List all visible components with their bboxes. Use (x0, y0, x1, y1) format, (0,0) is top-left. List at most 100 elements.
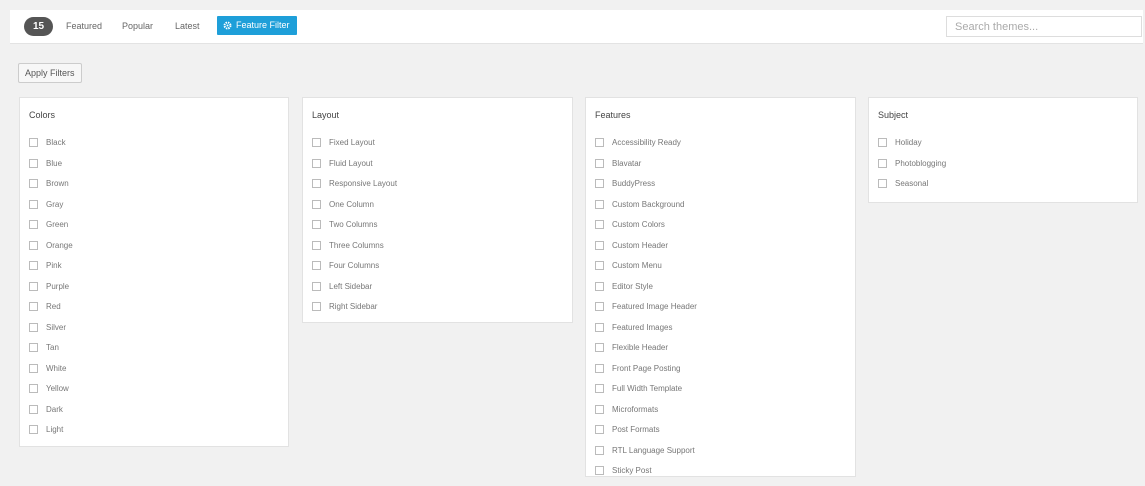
filter-checkbox[interactable] (878, 138, 887, 147)
filter-checkbox[interactable] (595, 240, 604, 250)
filter-checkbox[interactable] (29, 179, 38, 188)
filter-checkbox[interactable] (312, 261, 321, 270)
filter-checkbox[interactable] (29, 425, 38, 434)
filter-checkbox[interactable] (29, 138, 38, 147)
filter-option[interactable]: Left Sidebar (312, 281, 397, 302)
filter-checkbox[interactable] (29, 322, 38, 332)
filter-checkbox[interactable] (29, 220, 38, 229)
filter-checkbox[interactable] (29, 343, 38, 352)
filter-checkbox[interactable] (595, 138, 604, 147)
filter-option[interactable]: Yellow (29, 383, 73, 404)
filter-option[interactable]: One Column (312, 199, 397, 220)
colors-option-list: Black Blue Brown Gray Green Orange Pink Purple R… (29, 137, 73, 445)
filter-checkbox[interactable] (595, 404, 604, 414)
filter-option[interactable]: Fixed Layout (312, 137, 397, 158)
filter-checkbox[interactable] (595, 281, 604, 291)
filter-checkbox[interactable] (595, 158, 604, 168)
features-option-list: Accessibility Ready Blavatar BuddyPress Cus… (595, 137, 697, 486)
filter-option[interactable]: Holiday (878, 137, 946, 158)
filter-option[interactable]: Responsive Layout (312, 178, 397, 199)
feature-filter-button[interactable]: Feature Filter (217, 16, 297, 35)
filter-checkbox[interactable] (29, 261, 38, 270)
filter-checkbox[interactable] (29, 199, 38, 209)
filter-checkbox[interactable] (595, 466, 604, 475)
filter-checkbox[interactable] (595, 445, 604, 455)
filter-option[interactable]: Fluid Layout (312, 158, 397, 179)
filter-option[interactable]: Featured Image Header (595, 301, 697, 322)
filter-checkbox[interactable] (312, 199, 321, 209)
filter-checkbox[interactable] (878, 179, 887, 188)
filter-option[interactable]: White (29, 363, 73, 384)
filter-checkbox[interactable] (29, 302, 38, 311)
filter-checkbox[interactable] (29, 363, 38, 373)
filter-checkbox[interactable] (312, 302, 321, 311)
filter-option[interactable]: BuddyPress (595, 178, 697, 199)
filter-option[interactable]: Editor Style (595, 281, 697, 302)
filter-checkbox[interactable] (595, 343, 604, 352)
filter-checkbox[interactable] (29, 240, 38, 250)
filter-option[interactable]: Silver (29, 322, 73, 343)
filter-option[interactable]: Gray (29, 199, 73, 220)
filter-option[interactable]: Featured Images (595, 322, 697, 343)
filter-option[interactable]: Two Columns (312, 219, 397, 240)
filter-option[interactable]: Orange (29, 240, 73, 261)
filter-checkbox[interactable] (312, 138, 321, 147)
filter-checkbox[interactable] (595, 261, 604, 270)
filter-option[interactable]: Custom Menu (595, 260, 697, 281)
filter-option[interactable]: Three Columns (312, 240, 397, 261)
filter-option[interactable]: Green (29, 219, 73, 240)
filter-option[interactable]: Photoblogging (878, 158, 946, 179)
filter-option-label: Accessibility Ready (612, 138, 681, 147)
filter-option[interactable]: Tan (29, 342, 73, 363)
filter-checkbox[interactable] (595, 363, 604, 373)
filter-option[interactable]: Red (29, 301, 73, 322)
filter-option[interactable]: Accessibility Ready (595, 137, 697, 158)
filter-option[interactable]: Blue (29, 158, 73, 179)
filter-option[interactable]: Front Page Posting (595, 363, 697, 384)
filter-option[interactable]: Blavatar (595, 158, 697, 179)
filter-option[interactable]: Full Width Template (595, 383, 697, 404)
filter-checkbox[interactable] (312, 158, 321, 168)
filter-option[interactable]: Flexible Header (595, 342, 697, 363)
filter-option[interactable]: Brown (29, 178, 73, 199)
filter-checkbox[interactable] (595, 302, 604, 311)
filter-option[interactable]: Pink (29, 260, 73, 281)
filter-option[interactable]: RTL Language Support (595, 445, 697, 466)
filter-option[interactable]: Custom Colors (595, 219, 697, 240)
filter-option[interactable]: Custom Background (595, 199, 697, 220)
filter-option[interactable]: Black (29, 137, 73, 158)
filter-checkbox[interactable] (595, 199, 604, 209)
filter-checkbox[interactable] (595, 425, 604, 434)
filter-checkbox[interactable] (29, 281, 38, 291)
filter-checkbox[interactable] (595, 384, 604, 393)
filter-checkbox[interactable] (878, 158, 887, 168)
filter-checkbox[interactable] (312, 220, 321, 229)
filter-option[interactable]: Custom Header (595, 240, 697, 261)
tab-latest[interactable]: Latest (175, 19, 200, 33)
filter-checkbox[interactable] (595, 179, 604, 188)
theme-filter-bar: 15 Featured Popular Latest Feature Filte… (10, 10, 1143, 44)
filter-option[interactable]: Post Formats (595, 424, 697, 445)
apply-filters-button[interactable]: Apply Filters (18, 63, 82, 83)
filter-checkbox[interactable] (312, 179, 321, 188)
filter-option[interactable]: Right Sidebar (312, 301, 397, 322)
filter-option[interactable]: Dark (29, 404, 73, 425)
tab-popular[interactable]: Popular (122, 19, 153, 33)
filter-option[interactable]: Purple (29, 281, 73, 302)
filter-checkbox[interactable] (29, 384, 38, 393)
filter-checkbox[interactable] (595, 220, 604, 229)
filter-checkbox[interactable] (29, 404, 38, 414)
filter-option-label: RTL Language Support (612, 445, 695, 455)
tab-featured[interactable]: Featured (66, 19, 102, 33)
filter-checkbox[interactable] (312, 281, 321, 291)
filter-checkbox[interactable] (312, 240, 321, 250)
filter-option[interactable]: Microformats (595, 404, 697, 425)
filter-option-label: Post Formats (612, 425, 660, 434)
filter-checkbox[interactable] (29, 158, 38, 168)
filter-option[interactable]: Four Columns (312, 260, 397, 281)
filter-option[interactable]: Seasonal (878, 178, 946, 199)
filter-checkbox[interactable] (595, 322, 604, 332)
search-themes-input[interactable] (946, 16, 1142, 37)
filter-option[interactable]: Sticky Post (595, 465, 697, 486)
filter-option[interactable]: Light (29, 424, 73, 445)
